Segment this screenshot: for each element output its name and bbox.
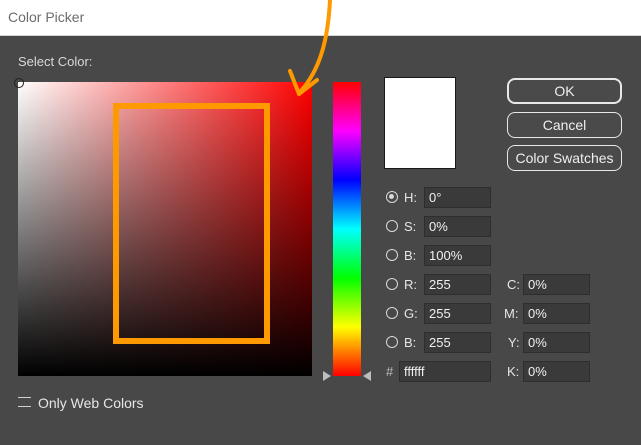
color-swatches-button[interactable]: Color Swatches [507, 145, 622, 171]
window-title: Color Picker [8, 9, 85, 25]
red-input[interactable]: 255 [424, 274, 491, 295]
saturation-input[interactable]: 0% [424, 216, 491, 237]
magenta-label: M: [504, 306, 519, 321]
hue-slider-handle-right[interactable] [363, 371, 371, 381]
green-input[interactable]: 255 [424, 303, 491, 324]
blue-radio[interactable] [386, 336, 398, 348]
yellow-input[interactable]: 0% [523, 332, 590, 353]
green-label: G: [404, 306, 418, 321]
magenta-input[interactable]: 0% [523, 303, 590, 324]
color-field-cursor[interactable] [14, 78, 24, 88]
hue-slider[interactable] [333, 82, 361, 376]
only-web-colors-checkbox[interactable] [18, 396, 31, 408]
red-label: R: [404, 277, 417, 292]
hex-label: # [386, 364, 394, 379]
blue-input[interactable]: 255 [424, 332, 491, 353]
brightness-radio[interactable] [386, 249, 398, 261]
hue-slider-handle-left[interactable] [323, 371, 331, 381]
only-web-colors-label: Only Web Colors [38, 395, 144, 411]
hex-input[interactable]: ffffff [399, 361, 491, 382]
blue-label: B: [404, 335, 417, 350]
cyan-label: C: [507, 277, 520, 292]
current-color-swatch [384, 77, 456, 169]
black-input[interactable]: 0% [523, 361, 590, 382]
saturation-radio[interactable] [386, 220, 398, 232]
hue-label: H: [404, 190, 417, 205]
hue-radio[interactable] [386, 191, 398, 203]
saturation-brightness-field[interactable] [18, 82, 312, 376]
red-radio[interactable] [386, 278, 398, 290]
brightness-input[interactable]: 100% [424, 245, 491, 266]
brightness-label: B: [404, 248, 417, 263]
saturation-label: S: [404, 219, 417, 234]
cancel-button[interactable]: Cancel [507, 112, 622, 138]
ok-button[interactable]: OK [507, 78, 622, 104]
title-bar: Color Picker [0, 0, 641, 36]
select-color-label: Select Color: [18, 54, 93, 69]
hue-input[interactable]: 0° [424, 187, 491, 208]
black-label: K: [507, 364, 520, 379]
cyan-input[interactable]: 0% [523, 274, 590, 295]
green-radio[interactable] [386, 307, 398, 319]
yellow-label: Y: [508, 335, 520, 350]
